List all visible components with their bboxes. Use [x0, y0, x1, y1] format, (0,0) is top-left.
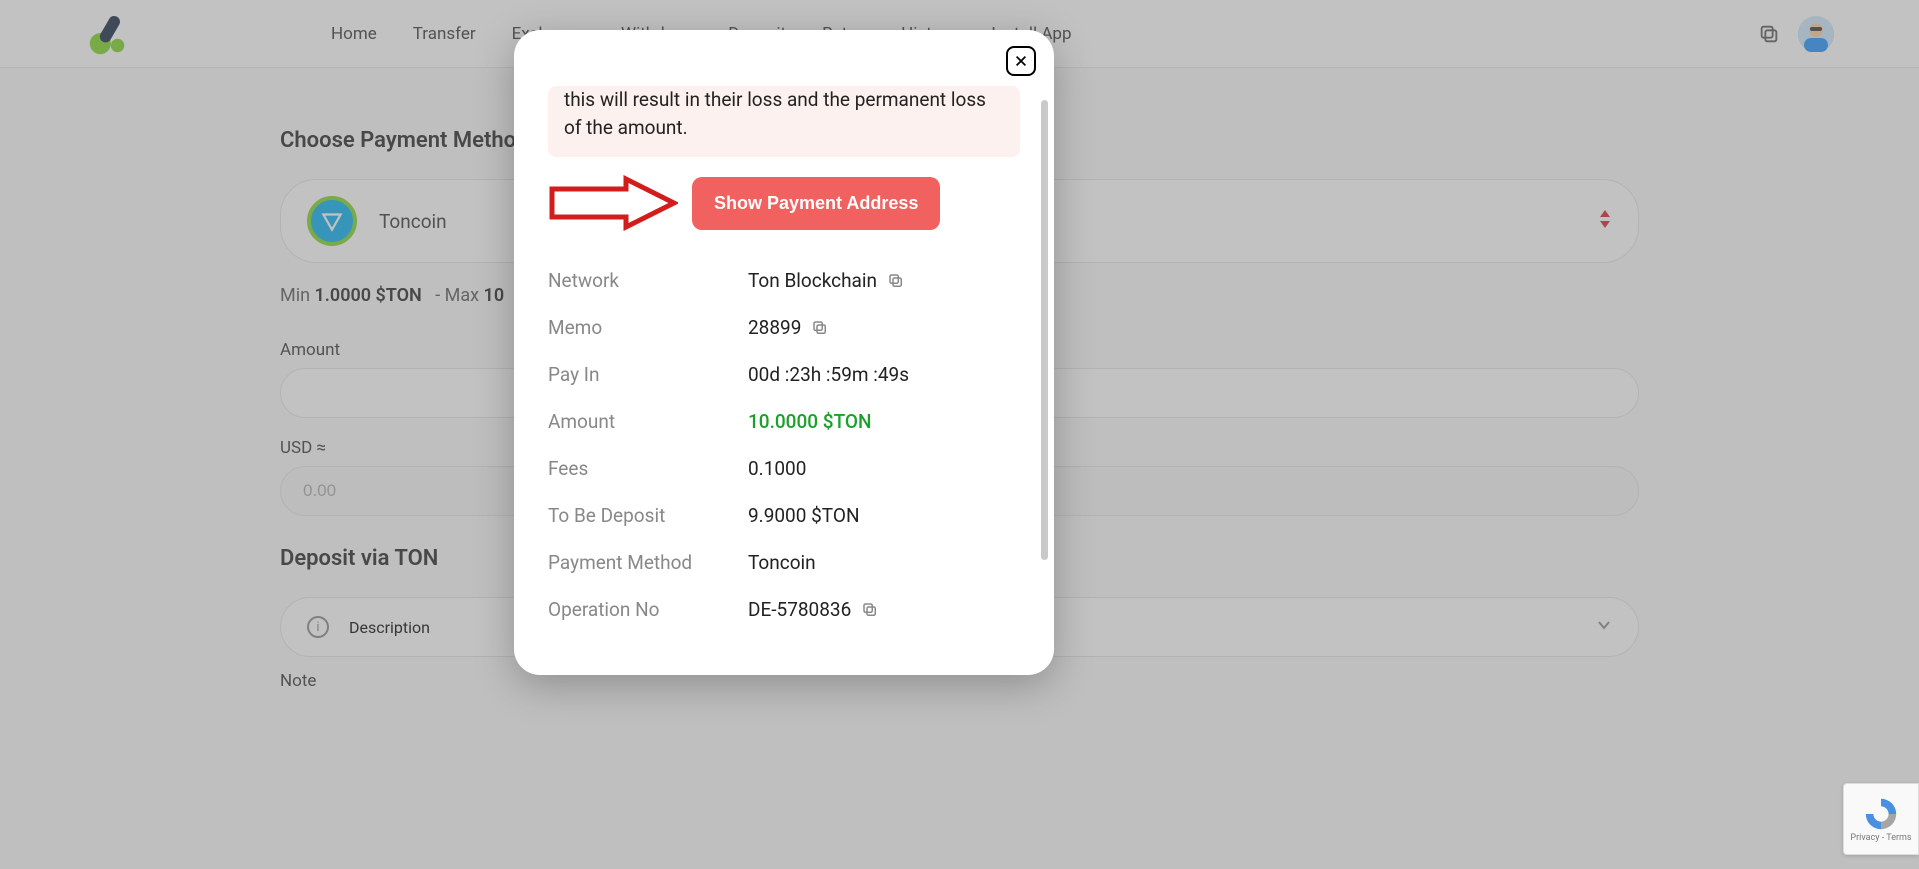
warning-message: this will result in their loss and the p…	[548, 86, 1020, 157]
modal-scrollbar[interactable]	[1041, 100, 1048, 560]
row-memo: Memo 28899	[548, 304, 1020, 351]
row-to-be-deposit: To Be Deposit 9.9000 $TON	[548, 492, 1020, 539]
copy-memo-icon[interactable]	[811, 319, 829, 337]
row-operation-no: Operation No DE-5780836	[548, 586, 1020, 633]
row-amount: Amount 10.0000 $TON	[548, 398, 1020, 445]
recaptcha-badge: Privacy - Terms	[1843, 783, 1919, 855]
row-fees: Fees 0.1000	[548, 445, 1020, 492]
show-payment-address-button[interactable]: Show Payment Address	[692, 177, 940, 230]
close-button[interactable]	[1006, 46, 1036, 76]
row-payin: Pay In 00d :23h :59m :49s	[548, 351, 1020, 398]
row-payment-method: Payment Method Toncoin	[548, 539, 1020, 586]
copy-operation-no-icon[interactable]	[861, 601, 879, 619]
row-network: Network Ton Blockchain	[548, 257, 1020, 304]
attention-arrow-icon	[548, 175, 678, 231]
copy-network-icon[interactable]	[887, 272, 905, 290]
deposit-confirm-modal: this will result in their loss and the p…	[514, 30, 1054, 675]
